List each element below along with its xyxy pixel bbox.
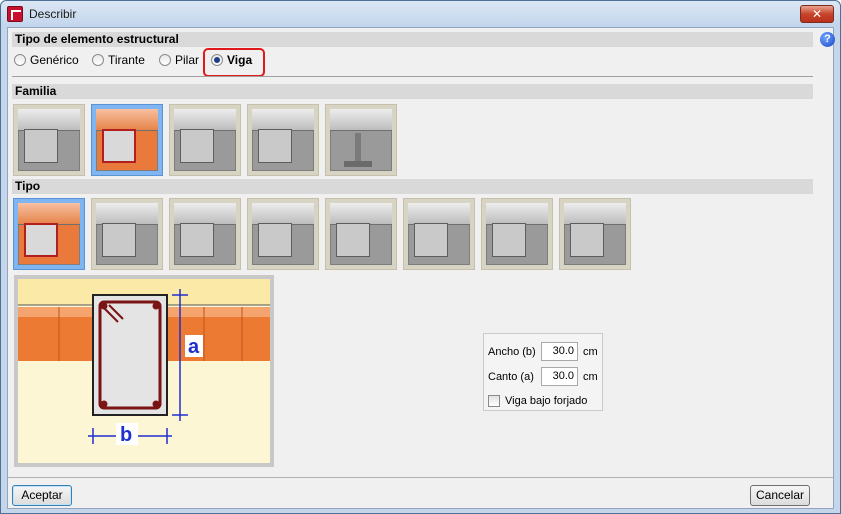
slab-shape <box>174 109 236 131</box>
slab-shape <box>408 203 470 225</box>
familia-header: Familia <box>12 84 813 99</box>
title-bar[interactable]: Describir ✕ <box>1 1 840 27</box>
slab-shape <box>252 203 314 225</box>
rebar <box>152 400 160 408</box>
selection-highlight-box <box>203 48 265 77</box>
slab-shape <box>330 109 392 131</box>
checkbox-box[interactable] <box>488 395 500 407</box>
slab-shape <box>18 109 80 131</box>
ancho-unit: cm <box>583 346 598 358</box>
radio-dot[interactable] <box>159 54 171 66</box>
section-drawing: a b <box>18 279 270 463</box>
tipo-item-double-t-section[interactable] <box>403 198 475 270</box>
help-icon[interactable]: ? <box>820 32 835 47</box>
familia-item-precast-hollow-beam[interactable] <box>169 104 241 176</box>
slab-shape <box>174 203 236 225</box>
checkbox-label: Viga bajo forjado <box>505 395 588 407</box>
radio-label: Genérico <box>30 53 79 67</box>
radio-dot[interactable] <box>92 54 104 66</box>
cancel-button[interactable]: Cancelar <box>750 485 810 506</box>
beam-shape <box>414 223 448 257</box>
beam-shape <box>102 129 136 163</box>
width-label: b <box>120 424 132 446</box>
familia-item-steel-i-beam[interactable] <box>325 104 397 176</box>
radio-generico[interactable]: Genérico <box>14 53 79 67</box>
window-title: Describir <box>29 7 77 21</box>
beam-shape <box>570 223 604 257</box>
radio-tirante[interactable]: Tirante <box>92 53 145 67</box>
footer-divider <box>8 477 833 478</box>
dialog-body: ? Tipo de elemento estructural Genérico … <box>7 27 835 509</box>
beam-shape <box>336 223 370 257</box>
accept-button[interactable]: Aceptar <box>12 485 72 506</box>
radio-pilar[interactable]: Pilar <box>159 53 199 67</box>
slab-shape <box>486 203 548 225</box>
slab-shape <box>96 203 158 225</box>
tipo-item-t-section[interactable] <box>247 198 319 270</box>
slab-shape <box>18 203 80 225</box>
tipo-item-t-section-inverted[interactable] <box>91 198 163 270</box>
ancho-input[interactable]: 30.0 <box>541 342 578 361</box>
tipo-item-box-section[interactable] <box>559 198 631 270</box>
tipo-item-rectangular-section[interactable] <box>13 198 85 270</box>
dimensions-panel: Ancho (b) 30.0 cm Canto (a) 30.0 cm Viga… <box>483 333 603 411</box>
beam-shape <box>24 129 58 163</box>
beam-shape <box>258 129 292 163</box>
tipo-item-cross-section-large[interactable] <box>325 198 397 270</box>
beam-shape <box>102 223 136 257</box>
viga-bajo-forjado-checkbox[interactable]: Viga bajo forjado <box>488 394 587 408</box>
section-preview: a b <box>14 275 274 467</box>
radio-dot[interactable] <box>14 54 26 66</box>
rebar <box>152 302 160 310</box>
radio-label: Tirante <box>108 53 145 67</box>
close-button[interactable]: ✕ <box>800 5 834 23</box>
tipo-item-l-section[interactable] <box>169 198 241 270</box>
dialog-window: Describir ✕ ? Tipo de elemento estructur… <box>0 0 841 514</box>
slab-shape <box>564 203 626 225</box>
radio-label: Pilar <box>175 53 200 67</box>
slab-shape <box>252 109 314 131</box>
tipo-item-u-section[interactable] <box>481 198 553 270</box>
beam-section <box>92 294 168 416</box>
familia-item-concrete-beam-plain[interactable] <box>13 104 85 176</box>
rebar <box>100 400 108 408</box>
structural-type-header: Tipo de elemento estructural <box>12 32 813 47</box>
familia-item-concrete-beam-with-plate[interactable] <box>247 104 319 176</box>
tipo-header: Tipo <box>12 179 813 194</box>
beam-shape <box>258 223 292 257</box>
beam-shape <box>180 223 214 257</box>
canto-input[interactable]: 30.0 <box>541 367 578 386</box>
canto-label: Canto (a) <box>488 371 534 383</box>
familia-item-concrete-beam-reinforced[interactable] <box>91 104 163 176</box>
app-icon <box>7 6 23 22</box>
beam-shape <box>24 223 58 257</box>
beam-shape <box>180 129 214 163</box>
slab-shape <box>96 109 158 131</box>
beam-shape <box>492 223 526 257</box>
i-beam-shape <box>344 133 372 167</box>
canto-unit: cm <box>583 371 598 383</box>
ancho-label: Ancho (b) <box>488 346 536 358</box>
height-label: a <box>188 336 200 358</box>
divider <box>12 76 813 77</box>
slab-shape <box>330 203 392 225</box>
